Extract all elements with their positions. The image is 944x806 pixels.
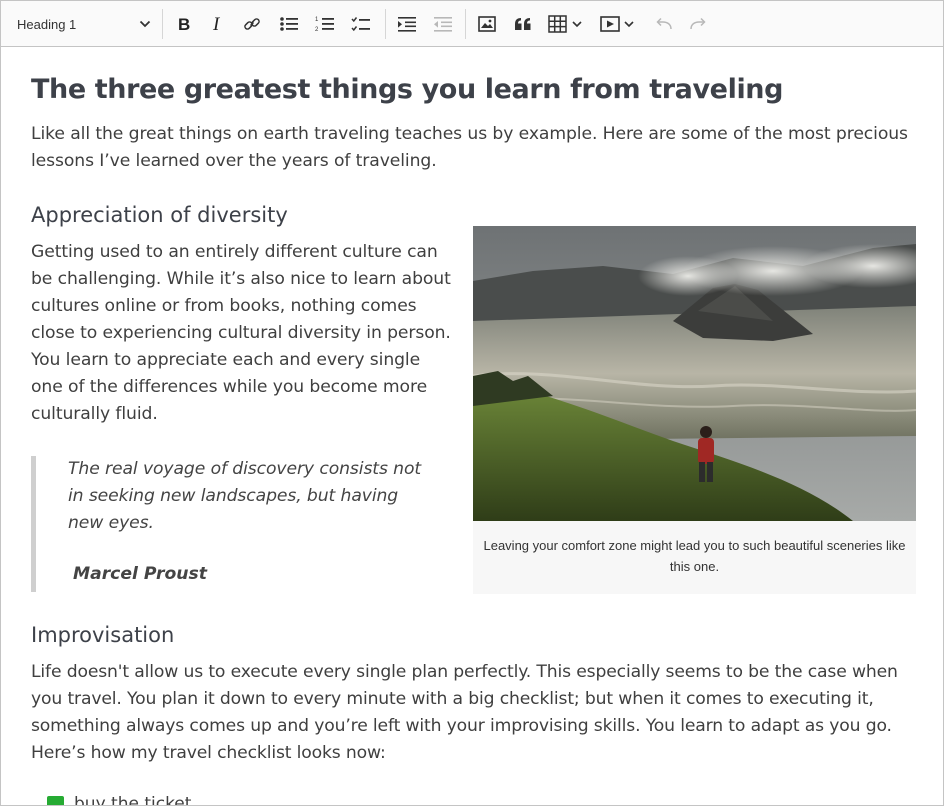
insert-table-icon[interactable] [545, 10, 589, 38]
rich-text-editor: Heading 1 B I 12 The three greatest thin… [0, 0, 944, 806]
section-heading-improvisation: Improvisation [31, 623, 175, 647]
checked-checkbox[interactable] [47, 795, 64, 805]
image-figure[interactable]: Leaving your comfort zone might lead you… [473, 226, 916, 594]
quote-text: The real voyage of discovery consists no… [68, 459, 422, 533]
diversity-paragraph: Getting used to an entirely different cu… [31, 242, 451, 424]
link-icon[interactable] [239, 10, 265, 38]
document-title: The three greatest things you learn from… [31, 74, 784, 105]
volcano-landscape-image [473, 226, 916, 521]
redo-icon[interactable] [685, 10, 711, 38]
todo-list-item: buy the ticket [47, 794, 192, 806]
svg-text:2: 2 [315, 27, 319, 33]
editor-toolbar: Heading 1 B I 12 [1, 1, 943, 47]
italic-icon[interactable]: I [205, 10, 231, 38]
outdent-icon[interactable] [429, 10, 457, 38]
insert-media-icon[interactable] [597, 10, 641, 38]
svg-text:I: I [212, 15, 221, 33]
heading-dropdown[interactable]: Heading 1 [9, 10, 159, 38]
section-heading-diversity: Appreciation of diversity [31, 203, 288, 227]
heading-dropdown-label: Heading 1 [17, 16, 77, 32]
toolbar-separator [162, 9, 163, 39]
bold-icon[interactable]: B [171, 10, 197, 38]
svg-text:B: B [178, 15, 190, 33]
intro-paragraph: Like all the great things on earth trave… [31, 124, 908, 171]
block-quote: The real voyage of discovery consists no… [31, 456, 431, 592]
chevron-down-icon [139, 20, 151, 28]
image-caption: Leaving your comfort zone might lead you… [483, 538, 906, 574]
toolbar-separator [385, 9, 386, 39]
indent-icon[interactable] [393, 10, 421, 38]
quote-author: Marcel Proust [73, 564, 207, 584]
block-quote-icon[interactable] [509, 10, 537, 38]
improvisation-paragraph: Life doesn't allow us to execute every s… [31, 662, 898, 763]
undo-icon[interactable] [651, 10, 677, 38]
numbered-list-icon[interactable]: 12 [311, 10, 339, 38]
bulleted-list-icon[interactable] [275, 10, 303, 38]
todo-item-label: buy the ticket [74, 794, 192, 806]
insert-image-icon[interactable] [473, 10, 501, 38]
editable-content[interactable]: The three greatest things you learn from… [1, 48, 943, 806]
toolbar-separator [465, 9, 466, 39]
todo-list-icon[interactable] [347, 10, 375, 38]
svg-text:1: 1 [315, 17, 319, 23]
